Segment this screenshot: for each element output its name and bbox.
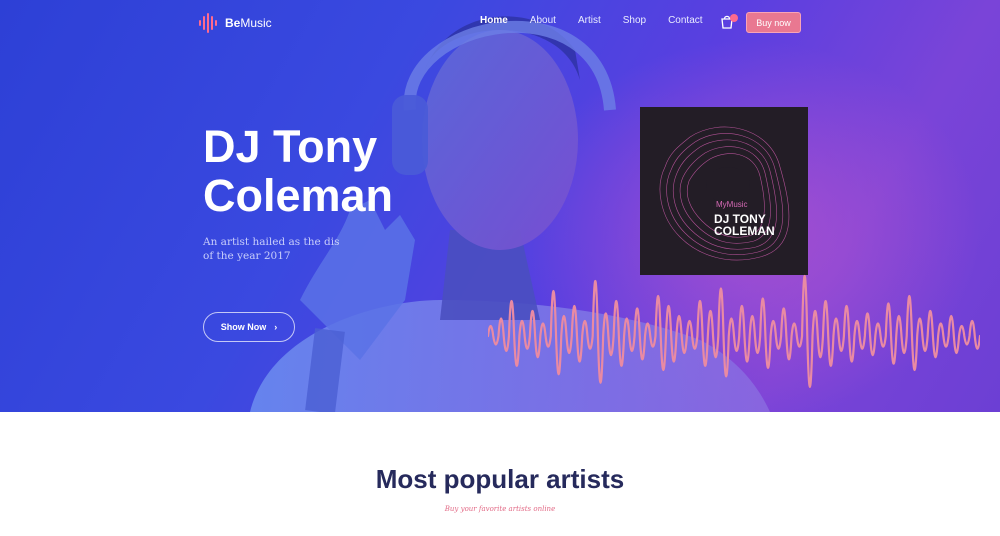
nav-links: Home About Artist Shop Contact xyxy=(480,15,725,26)
buy-now-button[interactable]: Buy now xyxy=(746,12,801,33)
hero-subtitle-line1: An artist hailed as the dis xyxy=(203,236,340,248)
top-navigation: BeMusic Home About Artist Shop Contact B… xyxy=(0,0,1000,46)
nav-item-home[interactable]: Home xyxy=(480,15,508,26)
equalizer-logo-icon xyxy=(199,13,217,33)
show-now-button[interactable]: Show Now › xyxy=(203,312,295,342)
nav-item-about[interactable]: About xyxy=(530,15,556,26)
brand-name-bold: Be xyxy=(225,16,241,30)
hero-title: DJ Tony Coleman xyxy=(203,122,503,220)
album-brand: MyMusic xyxy=(716,200,748,209)
logo[interactable]: BeMusic xyxy=(198,13,272,33)
nav-item-contact[interactable]: Contact xyxy=(668,15,702,26)
album-title: DJ TONY COLEMAN xyxy=(714,213,804,237)
cart-badge xyxy=(730,14,738,22)
nav-item-artist[interactable]: Artist xyxy=(578,15,601,26)
hero-title-line1: DJ Tony xyxy=(203,121,378,172)
hero-subtitle-line2: of the year 2017 xyxy=(203,250,291,262)
brand-name: BeMusic xyxy=(225,16,272,30)
hero-subtitle: An artist hailed as the dis of the year … xyxy=(203,235,363,263)
section-subtitle: Buy your favorite artists online xyxy=(444,505,556,513)
show-now-label: Show Now xyxy=(220,322,267,332)
brand-name-light: Music xyxy=(240,16,272,30)
section-title: Most popular artists xyxy=(375,464,625,494)
chevron-right-icon: › xyxy=(274,322,278,332)
nav-item-shop[interactable]: Shop xyxy=(623,15,646,26)
audio-waveform xyxy=(488,275,980,389)
hero-title-line2: Coleman xyxy=(203,170,394,221)
